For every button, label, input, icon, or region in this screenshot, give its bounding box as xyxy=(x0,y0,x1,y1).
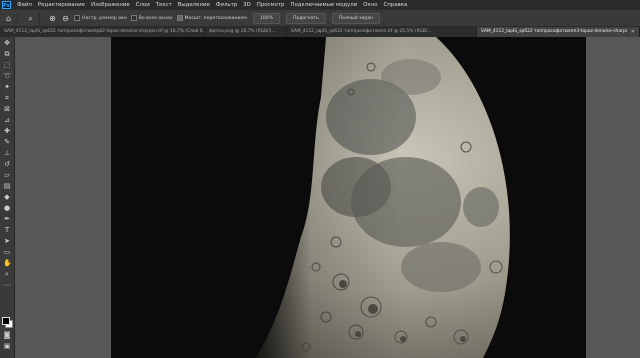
menu-file[interactable]: Файл xyxy=(14,2,35,8)
crop-icon[interactable]: ⌗ xyxy=(3,94,11,102)
menu-bar: Ps Файл Редактирование Изображение Слои … xyxy=(0,0,640,10)
healing-icon[interactable]: ✚ xyxy=(3,127,11,135)
zoom-tool-icon[interactable]: ⌕ xyxy=(26,14,35,23)
document-tabs: SAM_4112_lapIS_sp622 топпросафотомпрй2-t… xyxy=(0,27,640,37)
tools-panel: ✥ ⧉ ⬚ ➰ ✦ ⌗ ⊠ ⊿ ✚ ✎ ⊥ ↺ ▱ ▤ ◆ ● ✒ T ➤ ▭ … xyxy=(0,37,15,358)
quick-mask-icon[interactable]: ◙ xyxy=(3,331,11,339)
fit-screen-button[interactable]: Подогнать xyxy=(285,12,326,24)
brush-icon[interactable]: ✎ xyxy=(3,138,11,146)
close-icon[interactable]: ✕ xyxy=(631,27,635,37)
eraser-icon[interactable]: ▱ xyxy=(3,171,11,179)
lasso-icon[interactable]: ➰ xyxy=(3,72,12,80)
all-windows-checkbox[interactable] xyxy=(130,15,137,21)
scrubby-zoom-label: Масшт. перетаскиванием xyxy=(184,15,247,21)
history-brush-icon[interactable]: ↺ xyxy=(3,160,11,168)
all-windows-label: Во всех окнах xyxy=(138,15,173,21)
tab-document-4[interactable]: SAM_4112_lapIS_sp622 топпросафотомпп3-to… xyxy=(477,27,640,37)
document-canvas[interactable] xyxy=(111,37,586,358)
resize-windows-label: Настр. размер окн xyxy=(82,15,127,21)
screen-mode-icon[interactable]: ▣ xyxy=(3,342,11,350)
tab-document-2[interactable]: фитон.png @ 16,7% (RGB/1... xyxy=(205,27,287,37)
artboard-icon[interactable]: ⧉ xyxy=(3,50,11,58)
menu-plugins[interactable]: Подключаемые модули xyxy=(287,2,360,8)
scrubby-zoom-checkbox[interactable] xyxy=(176,15,183,21)
frame-icon[interactable]: ⊠ xyxy=(3,105,11,113)
options-bar: ⌂ ⌕ ⊕ ⊖ Настр. размер окн Во всех окнах … xyxy=(0,10,640,27)
eyedropper-icon[interactable]: ⊿ xyxy=(3,116,11,124)
menu-filter[interactable]: Фильтр xyxy=(213,2,240,8)
gradient-icon[interactable]: ▤ xyxy=(3,182,11,190)
zoom-in-icon[interactable]: ⊕ xyxy=(48,14,57,23)
tab-document-3[interactable]: SAM_4112_lapIS_sp622 топпросафотомпп.tif… xyxy=(287,27,477,37)
foreground-color-swatch[interactable] xyxy=(2,317,10,325)
more-icon[interactable]: ⋯ xyxy=(3,281,11,289)
type-icon[interactable]: T xyxy=(3,226,11,234)
zoom-icon[interactable]: ⌕ xyxy=(3,270,11,278)
clone-stamp-icon[interactable]: ⊥ xyxy=(3,149,11,157)
hand-icon[interactable]: ✋ xyxy=(3,259,12,267)
blur-icon[interactable]: ◆ xyxy=(3,193,11,201)
full-screen-button[interactable]: Полный экран xyxy=(331,12,381,24)
move-icon[interactable]: ✥ xyxy=(3,39,11,47)
tab-document-1[interactable]: SAM_4112_lapIS_sp622 топпросафотомпрй2-t… xyxy=(0,27,205,37)
dodge-icon[interactable]: ● xyxy=(3,204,11,212)
menu-select[interactable]: Выделение xyxy=(175,2,213,8)
menu-3d[interactable]: 3D xyxy=(240,2,254,8)
menu-type[interactable]: Текст xyxy=(153,2,175,8)
tab-label: SAM_4112_lapIS_sp622 топпросафотомпрй2-t… xyxy=(4,29,205,34)
menu-edit[interactable]: Редактирование xyxy=(35,2,88,8)
photoshop-logo: Ps xyxy=(2,1,11,9)
divider xyxy=(17,13,18,23)
menu-help[interactable]: Справка xyxy=(380,2,410,8)
path-select-icon[interactable]: ➤ xyxy=(3,237,11,245)
menu-view[interactable]: Просмотр xyxy=(254,2,288,8)
tab-label: SAM_4112_lapIS_sp622 топпросафотомпп3-to… xyxy=(481,29,627,34)
rectangle-icon[interactable]: ▭ xyxy=(3,248,11,256)
tab-label: SAM_4112_lapIS_sp622 топпросафотомпп.tif… xyxy=(291,29,432,34)
resize-windows-checkbox[interactable] xyxy=(74,15,80,21)
magic-wand-icon[interactable]: ✦ xyxy=(3,83,11,91)
zoom-100-button[interactable]: 100% xyxy=(252,12,280,24)
menu-window[interactable]: Окно xyxy=(360,2,380,8)
marquee-icon[interactable]: ⬚ xyxy=(3,61,11,69)
divider xyxy=(39,13,40,23)
menu-image[interactable]: Изображение xyxy=(88,2,133,8)
moon-image xyxy=(111,37,586,358)
zoom-out-icon[interactable]: ⊖ xyxy=(61,14,70,23)
pen-icon[interactable]: ✒ xyxy=(3,215,11,223)
menu-layers[interactable]: Слои xyxy=(133,2,153,8)
tab-label: фитон.png @ 16,7% (RGB/1... xyxy=(209,29,276,34)
home-icon[interactable]: ⌂ xyxy=(4,14,13,23)
